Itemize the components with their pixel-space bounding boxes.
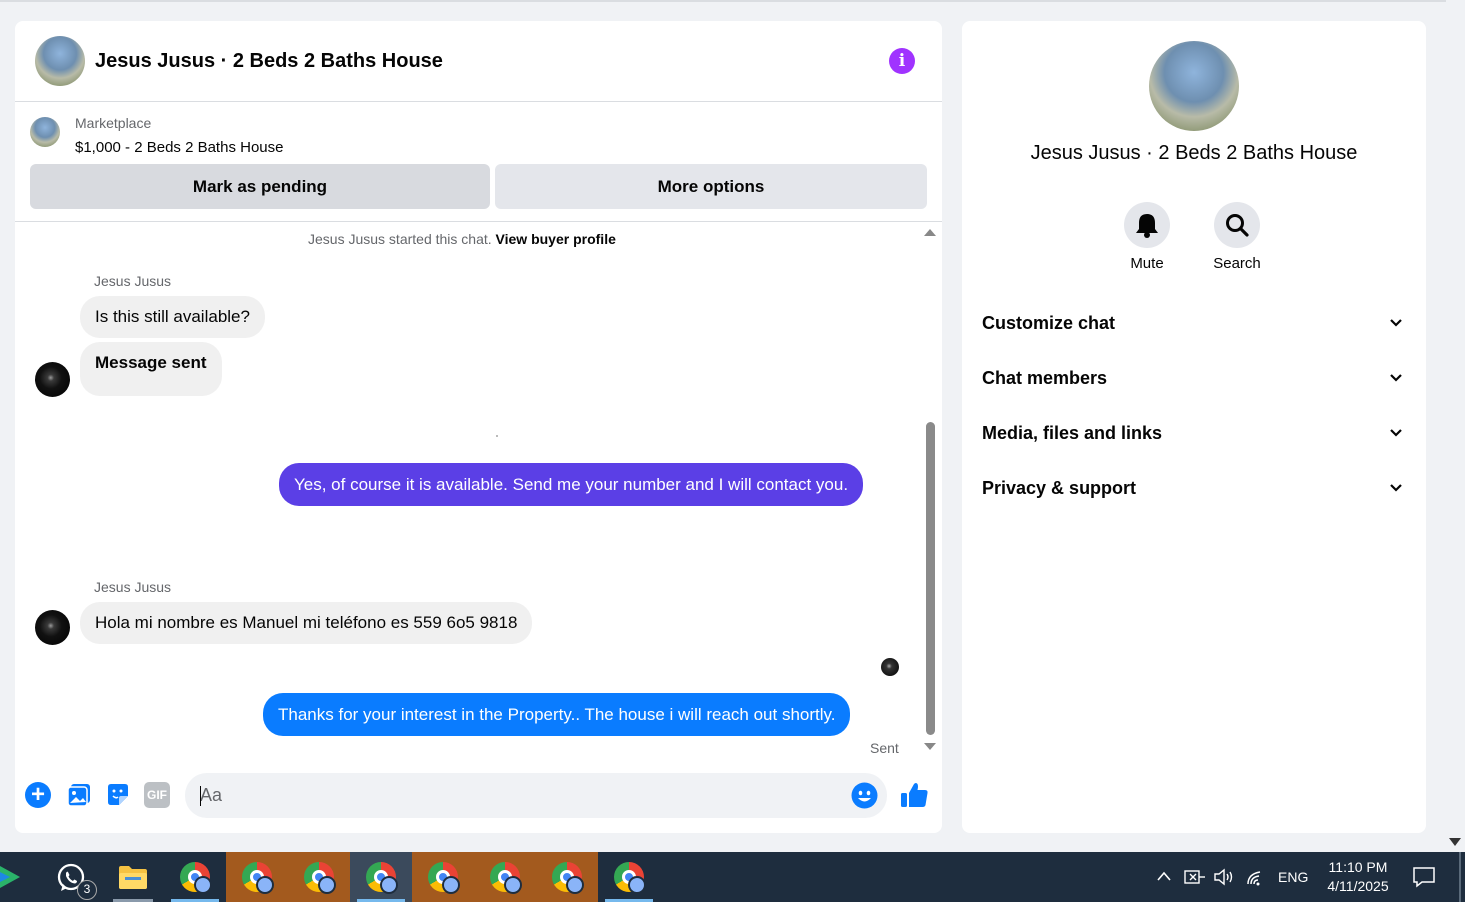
notifications-icon[interactable] [1412,866,1436,888]
marketplace-label: Marketplace [75,115,152,131]
search-icon [1226,214,1249,237]
incoming-message[interactable]: Hola mi nombre es Manuel mi teléfono es … [80,602,533,644]
scroll-up-arrow[interactable] [924,229,936,236]
photo-icon[interactable] [66,782,92,808]
conversation-title[interactable]: Jesus Jusus · 2 Beds 2 Baths House [95,50,443,73]
chevron-down-icon [1390,319,1402,327]
bell-icon [1136,214,1158,238]
clock[interactable]: 11:10 PM 4/11/2025 [1318,858,1398,896]
sent-status: Sent [870,740,899,756]
taskbar-chrome[interactable] [226,852,288,902]
network-icon[interactable] [1184,868,1206,886]
scrollbar-thumb[interactable] [926,422,935,735]
search-label: Search [1213,255,1261,272]
taskbar: 3 ENG 11:10 PM 4/11/2025 [0,852,1465,902]
incoming-message[interactable]: Message sent [80,342,222,396]
chat-header: Jesus Jusus · 2 Beds 2 Baths House i [15,21,942,102]
mute-button[interactable] [1124,202,1170,248]
divider [15,221,942,222]
chat-info-panel: Jesus Jusus · 2 Beds 2 Baths House Mute … [962,21,1426,833]
chevron-up-icon[interactable] [1156,870,1172,882]
taskbar-chrome[interactable] [598,852,660,902]
folder-icon [119,866,147,889]
profile-icon [504,876,522,894]
profile-icon [256,876,274,894]
conversation-avatar[interactable] [35,36,85,86]
sticker-icon[interactable] [105,782,131,808]
chat-window: Jesus Jusus · 2 Beds 2 Baths House i Mar… [15,21,942,833]
listing-price[interactable]: $1,000 - 2 Beds 2 Baths House [75,139,283,156]
page-scroll-down-arrow[interactable] [1449,838,1461,846]
text-caret [200,786,201,806]
profile-icon [628,876,646,894]
chevron-down-icon [1390,429,1402,437]
view-buyer-profile-link[interactable]: View buyer profile [496,231,616,247]
sender-avatar[interactable] [35,610,70,645]
show-desktop-button[interactable] [1459,852,1461,902]
taskbar-chrome[interactable] [474,852,536,902]
profile-icon [380,876,398,894]
wifi-icon[interactable] [1246,868,1266,886]
dot [496,435,498,437]
chat-started-text: Jesus Jusus started this chat. [308,231,492,247]
section-label: Media, files and links [982,423,1163,443]
language-indicator[interactable]: ENG [1278,852,1308,902]
seen-avatar [881,658,899,676]
profile-avatar[interactable] [1149,41,1239,131]
volume-icon[interactable] [1213,868,1235,886]
taskbar-file-explorer[interactable] [102,852,164,902]
taskbar-chrome[interactable] [288,852,350,902]
section-label: Customize chat [982,313,1116,333]
top-border [0,0,1446,2]
profile-icon [318,876,336,894]
chat-started-notice: Jesus Jusus started this chat. View buye… [308,231,616,247]
taskbar-chrome[interactable] [536,852,598,902]
app-icon[interactable] [0,864,22,890]
sender-name: Jesus Jusus [94,273,172,289]
incoming-message[interactable]: Is this still available? [80,296,265,338]
taskbar-chrome[interactable] [164,852,226,902]
section-label: Chat members [982,368,1108,388]
notification-badge: 3 [77,880,97,900]
mute-label: Mute [1130,255,1164,272]
info-icon[interactable]: i [889,48,915,74]
mark-as-pending-button[interactable]: Mark as pending [30,164,490,209]
section-chat-members[interactable]: Chat members [982,358,1406,398]
profile-icon [566,876,584,894]
thumbs-up-icon[interactable] [899,780,929,810]
scroll-down-arrow[interactable] [924,743,936,750]
search-button[interactable] [1214,202,1260,248]
clock-time: 11:10 PM [1328,859,1388,875]
sender-name: Jesus Jusus [94,579,172,595]
composer: + GIF [15,766,942,826]
listing-thumbnail[interactable] [30,117,60,147]
section-customize-chat[interactable]: Customize chat [982,303,1406,343]
emoji-icon[interactable] [851,782,878,809]
panel-title: Jesus Jusus · 2 Beds 2 Baths House [1030,142,1358,164]
taskbar-chrome[interactable] [412,852,474,902]
chevron-down-icon [1390,374,1402,382]
taskbar-chrome-active[interactable] [350,852,412,902]
chevron-down-icon [1390,484,1402,492]
plus-icon[interactable]: + [25,782,51,808]
section-privacy-support[interactable]: Privacy & support [982,468,1406,508]
profile-icon [442,876,460,894]
outgoing-message[interactable]: Thanks for your interest in the Property… [263,693,851,736]
profile-icon [194,876,212,894]
message-input[interactable] [185,773,887,818]
more-options-button[interactable]: More options [495,164,927,209]
clock-date: 4/11/2025 [1327,878,1389,894]
outgoing-message[interactable]: Yes, of course it is available. Send me … [279,463,864,506]
sender-avatar[interactable] [35,362,70,397]
taskbar-whatsapp[interactable]: 3 [40,852,102,902]
gif-icon[interactable]: GIF [144,782,170,808]
section-media-files-links[interactable]: Media, files and links [982,413,1406,453]
section-label: Privacy & support [982,478,1137,498]
